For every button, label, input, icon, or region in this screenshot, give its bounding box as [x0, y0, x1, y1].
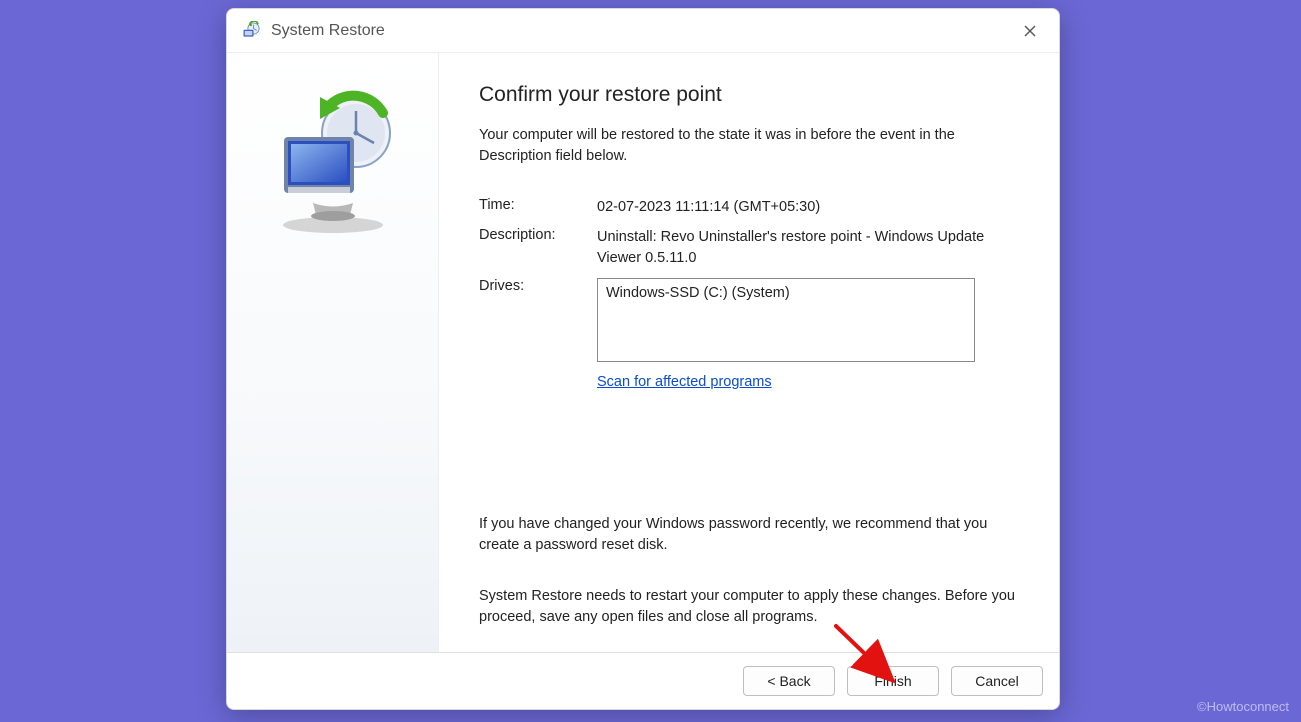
- drives-label: Drives:: [479, 278, 597, 294]
- drive-item: Windows-SSD (C:) (System): [606, 285, 790, 301]
- dialog-body: Confirm your restore point Your computer…: [227, 53, 1059, 653]
- time-value: 02-07-2023 11:11:14 (GMT+05:30): [597, 197, 1019, 217]
- back-button[interactable]: < Back: [743, 666, 835, 696]
- password-note: If you have changed your Windows passwor…: [479, 514, 1019, 556]
- scan-affected-link[interactable]: Scan for affected programs: [597, 374, 772, 390]
- drives-row: Drives: Windows-SSD (C:) (System) Scan f…: [479, 278, 1019, 390]
- description-value: Uninstall: Revo Uninstaller's restore po…: [597, 227, 1019, 268]
- close-button[interactable]: [1007, 15, 1053, 47]
- system-restore-window: System Restore: [226, 8, 1060, 710]
- page-subtext: Your computer will be restored to the st…: [479, 125, 1019, 167]
- restore-icon: [241, 21, 261, 41]
- restart-note: System Restore needs to restart your com…: [479, 586, 1019, 628]
- description-label: Description:: [479, 227, 597, 268]
- drives-listbox[interactable]: Windows-SSD (C:) (System): [597, 278, 975, 362]
- content-pane: Confirm your restore point Your computer…: [439, 53, 1059, 652]
- cancel-button[interactable]: Cancel: [951, 666, 1043, 696]
- page-heading: Confirm your restore point: [479, 83, 1019, 107]
- titlebar: System Restore: [227, 9, 1059, 53]
- finish-button[interactable]: Finish: [847, 666, 939, 696]
- time-label: Time:: [479, 197, 597, 217]
- time-row: Time: 02-07-2023 11:11:14 (GMT+05:30): [479, 197, 1019, 217]
- description-row: Description: Uninstall: Revo Uninstaller…: [479, 227, 1019, 268]
- window-title: System Restore: [271, 22, 1007, 40]
- restore-graphic-icon: [258, 85, 408, 235]
- watermark: ©Howtoconnect: [1197, 699, 1289, 714]
- dialog-footer: < Back Finish Cancel: [227, 653, 1059, 709]
- wizard-sidebar: [227, 53, 439, 652]
